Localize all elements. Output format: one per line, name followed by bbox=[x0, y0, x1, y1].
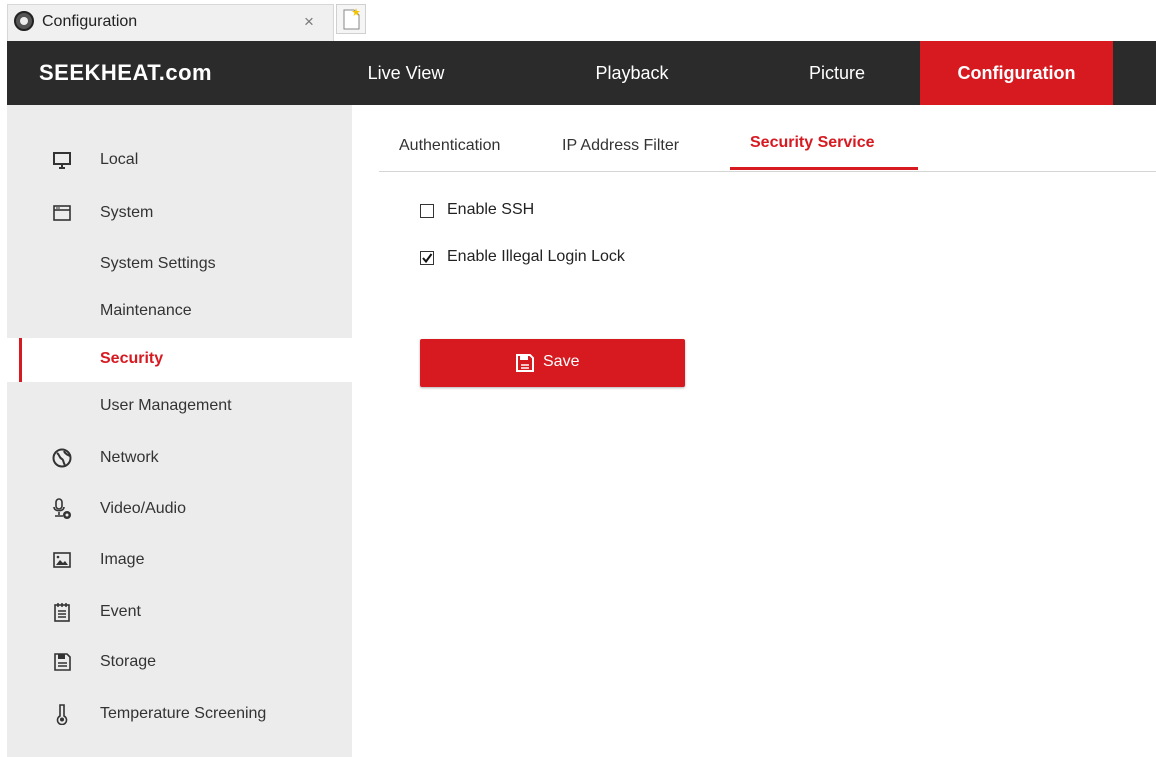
browser-tab-strip: Configuration × bbox=[0, 0, 1156, 41]
sidebar-item-storage[interactable]: Storage bbox=[7, 641, 352, 685]
sidebar-item-system[interactable]: System bbox=[7, 192, 352, 236]
monitor-icon bbox=[53, 152, 71, 169]
sidebar-item-label: Event bbox=[100, 603, 141, 620]
sidebar-item-event[interactable]: Event bbox=[7, 591, 352, 635]
sidebar-item-label: Image bbox=[100, 551, 145, 568]
nav-live-view[interactable]: Live View bbox=[350, 41, 462, 105]
nav-configuration[interactable]: Configuration bbox=[920, 41, 1113, 105]
image-icon bbox=[53, 552, 71, 568]
sidebar-item-label: Maintenance bbox=[100, 302, 192, 319]
sidebar-item-label: Temperature Screening bbox=[100, 705, 267, 722]
window-icon bbox=[53, 205, 71, 221]
sidebar-item-label: Local bbox=[100, 151, 139, 168]
security-tabs: Authentication IP Address Filter Securit… bbox=[379, 125, 1156, 172]
save-button-label: Save bbox=[543, 353, 580, 370]
nav-playback[interactable]: Playback bbox=[562, 41, 702, 105]
checkmark-icon bbox=[422, 253, 433, 264]
sidebar-item-label: System bbox=[100, 204, 154, 221]
sidebar-item-image[interactable]: Image bbox=[7, 539, 352, 583]
enable-illegal-login-lock-checkbox[interactable] bbox=[420, 251, 434, 265]
sidebar-item-user-management[interactable]: User Management bbox=[7, 385, 352, 429]
top-navigation-bar: SEEKHEAT.com Live View Playback Picture … bbox=[7, 41, 1156, 105]
floppy-icon bbox=[54, 653, 71, 671]
browser-tab-title: Configuration bbox=[42, 13, 138, 30]
new-tab-button[interactable] bbox=[336, 4, 366, 34]
sidebar-item-maintenance[interactable]: Maintenance bbox=[7, 290, 352, 334]
brand-logo: SEEKHEAT.com bbox=[39, 60, 213, 85]
sidebar-item-network[interactable]: Network bbox=[7, 437, 352, 481]
thermometer-icon bbox=[56, 704, 68, 725]
new-tab-icon bbox=[343, 8, 360, 30]
active-tab-indicator bbox=[730, 167, 918, 170]
sidebar-item-video-audio[interactable]: Video/Audio bbox=[7, 488, 352, 532]
sidebar-item-label: User Management bbox=[100, 397, 232, 414]
tab-ip-address-filter[interactable]: IP Address Filter bbox=[562, 137, 679, 155]
nav-picture[interactable]: Picture bbox=[767, 41, 907, 105]
sidebar-item-local[interactable]: Local bbox=[7, 139, 352, 183]
close-icon[interactable]: × bbox=[304, 12, 314, 32]
browser-tab[interactable]: Configuration × bbox=[7, 4, 334, 41]
sidebar-item-label: Video/Audio bbox=[100, 500, 186, 517]
microphone-icon bbox=[53, 498, 71, 519]
sidebar-item-label: Storage bbox=[100, 653, 157, 670]
sidebar-item-security[interactable]: Security bbox=[7, 338, 352, 382]
sidebar-item-system-settings[interactable]: System Settings bbox=[7, 243, 352, 287]
sidebar-item-label: System Settings bbox=[100, 255, 216, 272]
tab-authentication[interactable]: Authentication bbox=[399, 137, 500, 155]
save-button[interactable]: Save bbox=[420, 339, 685, 387]
tab-security-service[interactable]: Security Service bbox=[750, 134, 875, 152]
calendar-icon bbox=[54, 603, 70, 622]
sidebar-item-label: Security bbox=[100, 350, 164, 367]
globe-icon bbox=[52, 448, 72, 468]
enable-ssh-label: Enable SSH bbox=[447, 201, 535, 218]
sidebar-item-label: Network bbox=[100, 449, 159, 466]
camera-icon bbox=[14, 11, 34, 31]
enable-ssh-checkbox[interactable] bbox=[420, 204, 434, 218]
sidebar-item-temperature-screening[interactable]: Temperature Screening bbox=[7, 693, 352, 737]
enable-illegal-login-lock-label: Enable Illegal Login Lock bbox=[447, 248, 625, 265]
sidebar: Local System System Settings Maintenance… bbox=[7, 105, 352, 757]
save-icon bbox=[516, 354, 534, 372]
